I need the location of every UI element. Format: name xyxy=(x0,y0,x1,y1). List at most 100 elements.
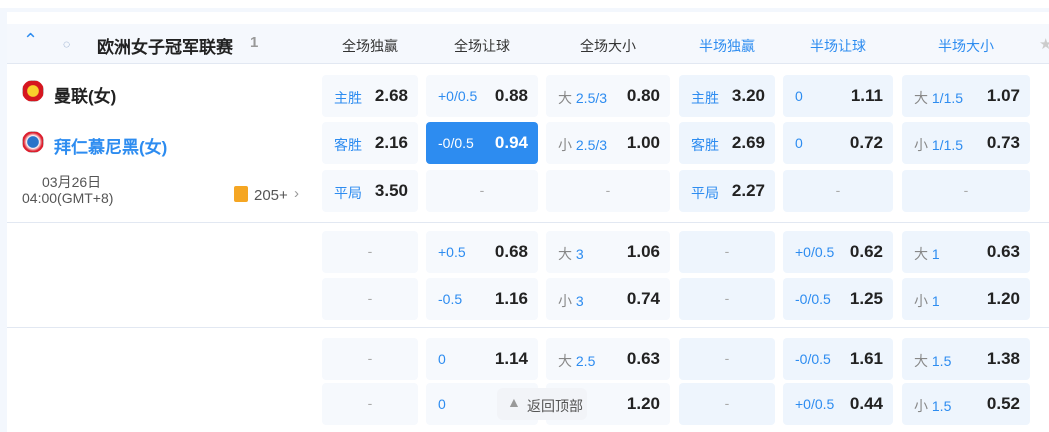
odds-label: 小 3 xyxy=(558,293,584,309)
odds-label: 主胜 xyxy=(334,90,362,106)
odds-label: -0.5 xyxy=(438,291,463,307)
markets-count[interactable]: 205+ xyxy=(254,187,288,204)
odds-value: 0.63 xyxy=(986,242,1020,261)
odds-label: 0 xyxy=(438,351,446,367)
odds-label: 大 2.5/3 xyxy=(558,90,608,106)
odds-cell[interactable]: 平局 3.50 xyxy=(322,170,418,212)
league-name: 欧洲女子冠军联赛 xyxy=(97,38,233,57)
odds-value: 0.62 xyxy=(849,242,883,261)
odds-cell[interactable]: 大 1.5 1.38 xyxy=(902,338,1030,380)
odds-cell[interactable]: 小 1 1.20 xyxy=(902,278,1030,320)
odds-label: 大 3 xyxy=(558,246,584,262)
odds-label: 小 1 xyxy=(914,293,940,309)
match-date: 03月26日 xyxy=(42,174,102,190)
column-header: 半场大小 xyxy=(938,38,994,54)
star-icon[interactable]: ★ xyxy=(1039,35,1049,53)
away-team-name[interactable]: 拜仁慕尼黑(女) xyxy=(54,133,167,158)
odds-label: 平局 xyxy=(334,185,362,201)
odds-label: 大 1/1.5 xyxy=(914,90,964,106)
odds-value: 2.69 xyxy=(731,133,765,152)
odds-value: 0.68 xyxy=(494,242,528,261)
odds-cell[interactable]: 0 1.11 xyxy=(783,75,893,117)
odds-cell[interactable]: -0/0.5 1.61 xyxy=(783,338,893,380)
odds-label: -0/0.5 xyxy=(795,351,831,367)
back-to-top-button[interactable]: ▲ 返回顶部 xyxy=(497,388,587,420)
odds-cell[interactable]: +0/0.5 0.62 xyxy=(783,231,893,273)
odds-cell: - xyxy=(322,338,418,380)
home-team-name[interactable]: 曼联(女) xyxy=(54,82,116,107)
column-header: 全场大小 xyxy=(580,38,636,54)
odds-label: +0.5 xyxy=(438,244,466,260)
odds-cell[interactable]: 0 1.14 xyxy=(426,338,538,380)
odds-cell: - xyxy=(322,278,418,320)
odds-cell[interactable]: 大 1/1.5 1.07 xyxy=(902,75,1030,117)
odds-cell: - xyxy=(679,278,775,320)
odds-cell[interactable]: 客胜 2.69 xyxy=(679,122,775,164)
odds-cell: - xyxy=(679,338,775,380)
odds-cell[interactable]: +0.5 0.68 xyxy=(426,231,538,273)
odds-label: 0 xyxy=(438,396,446,412)
odds-cell[interactable]: -0/0.5 0.94 xyxy=(426,122,538,164)
league-header[interactable]: ⌃ ◌ 欧洲女子冠军联赛 1 全场独赢 全场让球 全场大小 半场独赢 半场让球 半场大小 … xyxy=(7,24,1049,64)
odds-value: 1.20 xyxy=(986,289,1020,308)
odds-label: 小 1.5 xyxy=(914,398,952,414)
odds-cell: - xyxy=(679,383,775,425)
odds-cell[interactable]: 小 3 0.74 xyxy=(546,278,670,320)
odds-value: 0.73 xyxy=(986,133,1020,152)
odds-value: 3.20 xyxy=(731,86,765,105)
odds-cell[interactable]: 0 0.72 xyxy=(783,122,893,164)
odds-cell: - xyxy=(679,231,775,273)
top-bar xyxy=(0,0,1049,8)
odds-cell[interactable]: 大 1 0.63 xyxy=(902,231,1030,273)
odds-cell[interactable]: +0/0.5 0.88 xyxy=(426,75,538,117)
chevron-right-icon[interactable]: › xyxy=(294,185,299,202)
odds-value: 2.27 xyxy=(731,181,765,200)
odds-label: 客胜 xyxy=(334,137,362,153)
odds-cell: - xyxy=(322,231,418,273)
odds-label: 客胜 xyxy=(691,137,719,153)
odds-label: 大 1 xyxy=(914,246,940,262)
odds-value: 0.72 xyxy=(849,133,883,152)
odds-cell[interactable]: 大 2.5/3 0.80 xyxy=(546,75,670,117)
home-team-logo xyxy=(22,80,44,102)
odds-value: 1.61 xyxy=(849,349,883,368)
empty-odds: - xyxy=(479,182,485,198)
odds-value: 1.00 xyxy=(626,133,660,152)
rocket-icon: ▲ xyxy=(507,394,521,410)
odds-cell[interactable]: 大 3 1.06 xyxy=(546,231,670,273)
odds-cell[interactable]: 大 2.5 0.63 xyxy=(546,338,670,380)
odds-cell[interactable]: 小 2.5/3 1.00 xyxy=(546,122,670,164)
odds-cell[interactable]: 主胜 3.20 xyxy=(679,75,775,117)
odds-cell: - xyxy=(546,170,670,212)
empty-odds: - xyxy=(724,243,730,259)
odds-cell[interactable]: -0.5 1.16 xyxy=(426,278,538,320)
odds-label: 大 2.5 xyxy=(558,353,596,369)
league-stars-icon: ◌ xyxy=(63,37,71,51)
odds-cell[interactable]: -0/0.5 1.25 xyxy=(783,278,893,320)
odds-value: 2.68 xyxy=(374,86,408,105)
divider xyxy=(7,222,1049,223)
column-header: 半场让球 xyxy=(810,38,866,54)
odds-label: 0 xyxy=(795,135,803,151)
collapse-chevron-icon[interactable]: ⌃ xyxy=(23,30,38,51)
odds-value: 0.88 xyxy=(494,86,528,105)
odds-value: 1.25 xyxy=(849,289,883,308)
odds-label: 小 1/1.5 xyxy=(914,137,964,153)
odds-value: 1.38 xyxy=(986,349,1020,368)
odds-cell[interactable]: 小 1/1.5 0.73 xyxy=(902,122,1030,164)
odds-value: 1.16 xyxy=(494,289,528,308)
odds-cell[interactable]: +0/0.5 0.44 xyxy=(783,383,893,425)
column-header: 半场独赢 xyxy=(699,38,755,54)
odds-cell[interactable]: 平局 2.27 xyxy=(679,170,775,212)
odds-cell[interactable]: 主胜 2.68 xyxy=(322,75,418,117)
odds-label: +0/0.5 xyxy=(795,244,835,260)
empty-odds: - xyxy=(367,395,373,411)
odds-value: 1.20 xyxy=(626,394,660,413)
markets-icon xyxy=(234,186,248,202)
odds-value: 1.11 xyxy=(850,86,883,105)
odds-cell[interactable]: 客胜 2.16 xyxy=(322,122,418,164)
odds-label: -0/0.5 xyxy=(795,291,831,307)
match-time: 04:00(GMT+8) xyxy=(22,190,114,206)
odds-value: 0.44 xyxy=(849,394,883,413)
odds-cell[interactable]: 小 1.5 0.52 xyxy=(902,383,1030,425)
